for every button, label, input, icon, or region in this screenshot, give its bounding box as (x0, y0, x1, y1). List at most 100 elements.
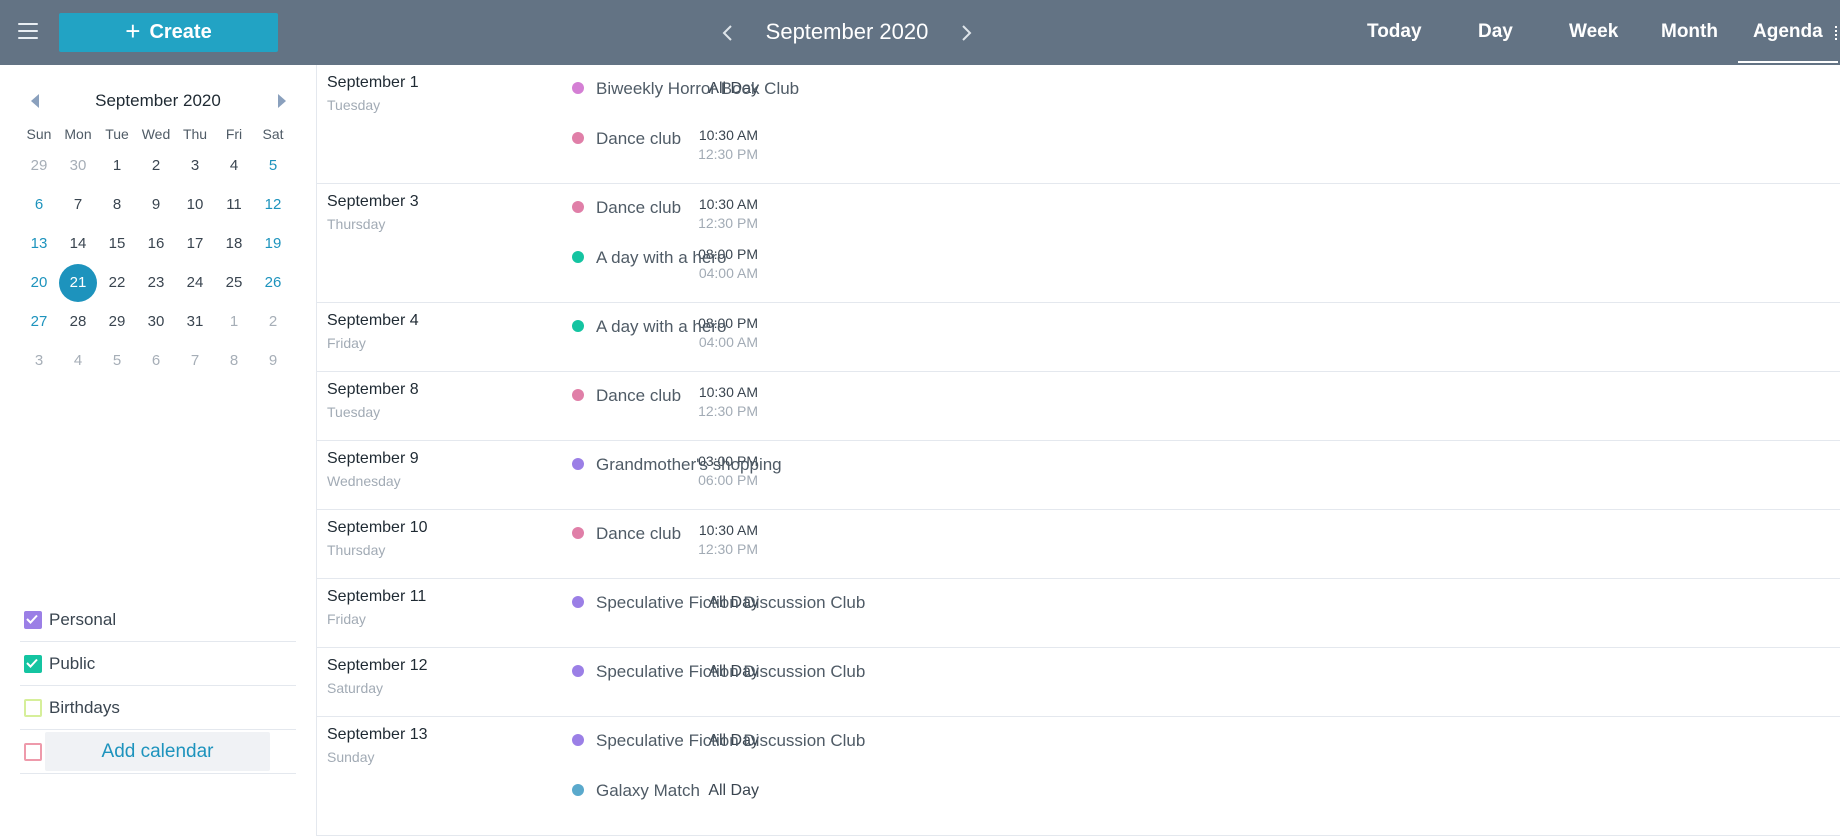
weekday-header: Mon (64, 126, 92, 142)
agenda-event[interactable]: All Day Galaxy Match (317, 767, 1840, 811)
agenda-event[interactable]: 10:30 AM 12:30 PM Dance club (317, 372, 1840, 419)
mini-day[interactable]: 18 (215, 225, 253, 263)
mini-day[interactable]: 24 (176, 264, 214, 302)
mini-day[interactable]: 9 (254, 342, 292, 380)
next-month-button[interactable] (951, 18, 981, 48)
mini-day[interactable]: 6 (20, 186, 58, 224)
calendar-label: Personal (49, 610, 117, 629)
mini-day[interactable]: 6 (137, 342, 175, 380)
mini-prev-month-button[interactable] (25, 91, 45, 111)
calendar-item-personal[interactable]: Personal (20, 598, 296, 642)
weekday-header: Fri (225, 126, 243, 142)
mini-day[interactable]: 1 (215, 303, 253, 341)
mini-day[interactable]: 19 (254, 225, 292, 263)
menu-icon[interactable] (18, 23, 38, 39)
mini-calendar-title: September 2020 (95, 91, 221, 110)
mini-day[interactable]: 11 (215, 186, 253, 224)
overflow-handle (1835, 26, 1840, 40)
agenda-event[interactable]: 10:30 AM 12:30 PM Dance club (317, 115, 1840, 162)
mini-day[interactable]: 1 (98, 147, 136, 185)
mini-day[interactable]: 28 (59, 303, 97, 341)
event-color-dot-icon (572, 596, 584, 608)
agenda-day-group: September 13 Sunday All Day Speculative Fic… (317, 717, 1840, 836)
calendar-checkbox[interactable] (24, 655, 42, 673)
tab-week[interactable]: Week (1569, 21, 1618, 43)
mini-day[interactable]: 22 (98, 264, 136, 302)
agenda-event[interactable]: 10:30 AM 12:30 PM Dance club (317, 510, 1840, 557)
event-end-time: 12:30 PM (698, 541, 758, 557)
tab-today[interactable]: Today (1367, 21, 1422, 43)
weekday-header: Thu (182, 126, 208, 142)
create-button[interactable]: + Create (59, 13, 278, 52)
mini-day[interactable]: 23 (137, 264, 175, 302)
calendar-label: Public (49, 654, 96, 673)
event-title: Dance club (596, 129, 682, 148)
agenda-day-group: September 11 Friday All Day Speculative Fic… (317, 579, 1840, 648)
event-color-dot-icon (572, 320, 584, 332)
weekday-header: Sun (26, 126, 52, 142)
add-calendar-button[interactable]: Add calendar (45, 732, 270, 771)
mini-day[interactable]: 3 (176, 147, 214, 185)
tab-month[interactable]: Month (1661, 21, 1718, 43)
mini-day[interactable]: 9 (137, 186, 175, 224)
mini-day[interactable]: 25 (215, 264, 253, 302)
mini-day[interactable]: 13 (20, 225, 58, 263)
mini-day[interactable]: 26 (254, 264, 292, 302)
agenda-event[interactable]: 03:00 PM 06:00 PM Grandmother's shopping (317, 441, 1840, 488)
mini-day[interactable]: 4 (59, 342, 97, 380)
mini-day[interactable]: 29 (98, 303, 136, 341)
calendar-checkbox[interactable] (24, 743, 42, 761)
agenda-event[interactable]: All Day Speculative Fiction Discussion Cl… (317, 648, 1840, 692)
mini-day-selected[interactable]: 21 (59, 264, 97, 302)
calendar-item-public[interactable]: Public (20, 642, 296, 686)
mini-day[interactable]: 10 (176, 186, 214, 224)
agenda-event[interactable]: 08:00 PM 04:00 AM A day with a hero (317, 234, 1840, 281)
agenda-event[interactable]: All Day Biweekly Horror Book Club (317, 65, 1840, 109)
mini-day[interactable]: 29 (20, 147, 58, 185)
mini-day[interactable]: 4 (215, 147, 253, 185)
mini-day[interactable]: 17 (176, 225, 214, 263)
event-color-dot-icon (572, 389, 584, 401)
calendar-checkbox[interactable] (24, 611, 42, 629)
mini-day[interactable]: 16 (137, 225, 175, 263)
mini-day[interactable]: 15 (98, 225, 136, 263)
mini-day[interactable]: 12 (254, 186, 292, 224)
weekday-header: Tue (105, 126, 129, 142)
mini-day[interactable]: 7 (176, 342, 214, 380)
tab-day[interactable]: Day (1478, 21, 1513, 43)
event-title: Biweekly Horror Book Club (596, 79, 800, 98)
mini-day[interactable]: 31 (176, 303, 214, 341)
checkmark-icon (26, 614, 38, 624)
mini-day[interactable]: 14 (59, 225, 97, 263)
event-title: Dance club (596, 524, 682, 543)
mini-next-month-button[interactable] (272, 91, 292, 111)
agenda-day-group: September 9 Wednesday 03:00 PM 06:00 PM Gran… (317, 441, 1840, 510)
calendar-item-birthdays[interactable]: Birthdays (20, 686, 296, 730)
agenda-day-group: September 3 Thursday 10:30 AM 12:30 PM Dance… (317, 184, 1840, 303)
agenda-event[interactable]: 08:00 PM 04:00 AM A day with a hero (317, 303, 1840, 350)
mini-day[interactable]: 20 (20, 264, 58, 302)
event-title: A day with a hero (596, 317, 727, 336)
mini-day[interactable]: 8 (215, 342, 253, 380)
mini-day[interactable]: 2 (137, 147, 175, 185)
mini-day[interactable]: 30 (59, 147, 97, 185)
agenda-event[interactable]: 10:30 AM 12:30 PM Dance club (317, 184, 1840, 231)
mini-day[interactable]: 27 (20, 303, 58, 341)
calendar-checkbox[interactable] (24, 699, 42, 717)
agenda-event[interactable]: All Day Speculative Fiction Discussion Cl… (317, 579, 1840, 623)
checkmark-icon (26, 658, 38, 668)
create-label: Create (149, 21, 212, 43)
mini-day[interactable]: 5 (98, 342, 136, 380)
event-color-dot-icon (572, 527, 584, 539)
mini-day[interactable]: 3 (20, 342, 58, 380)
tab-agenda[interactable]: Agenda (1738, 21, 1838, 63)
agenda-event[interactable]: All Day Speculative Fiction Discussion Cl… (317, 717, 1840, 761)
weekday-header: Sat (262, 126, 284, 142)
mini-day[interactable]: 30 (137, 303, 175, 341)
mini-day[interactable]: 8 (98, 186, 136, 224)
mini-day[interactable]: 2 (254, 303, 292, 341)
mini-day[interactable]: 5 (254, 147, 292, 185)
event-start-time: 10:30 AM (698, 384, 758, 400)
mini-day[interactable]: 7 (59, 186, 97, 224)
sidebar: September 2020 Sun Mon Tue Wed Thu Fri Sat 29 30… (0, 65, 317, 836)
